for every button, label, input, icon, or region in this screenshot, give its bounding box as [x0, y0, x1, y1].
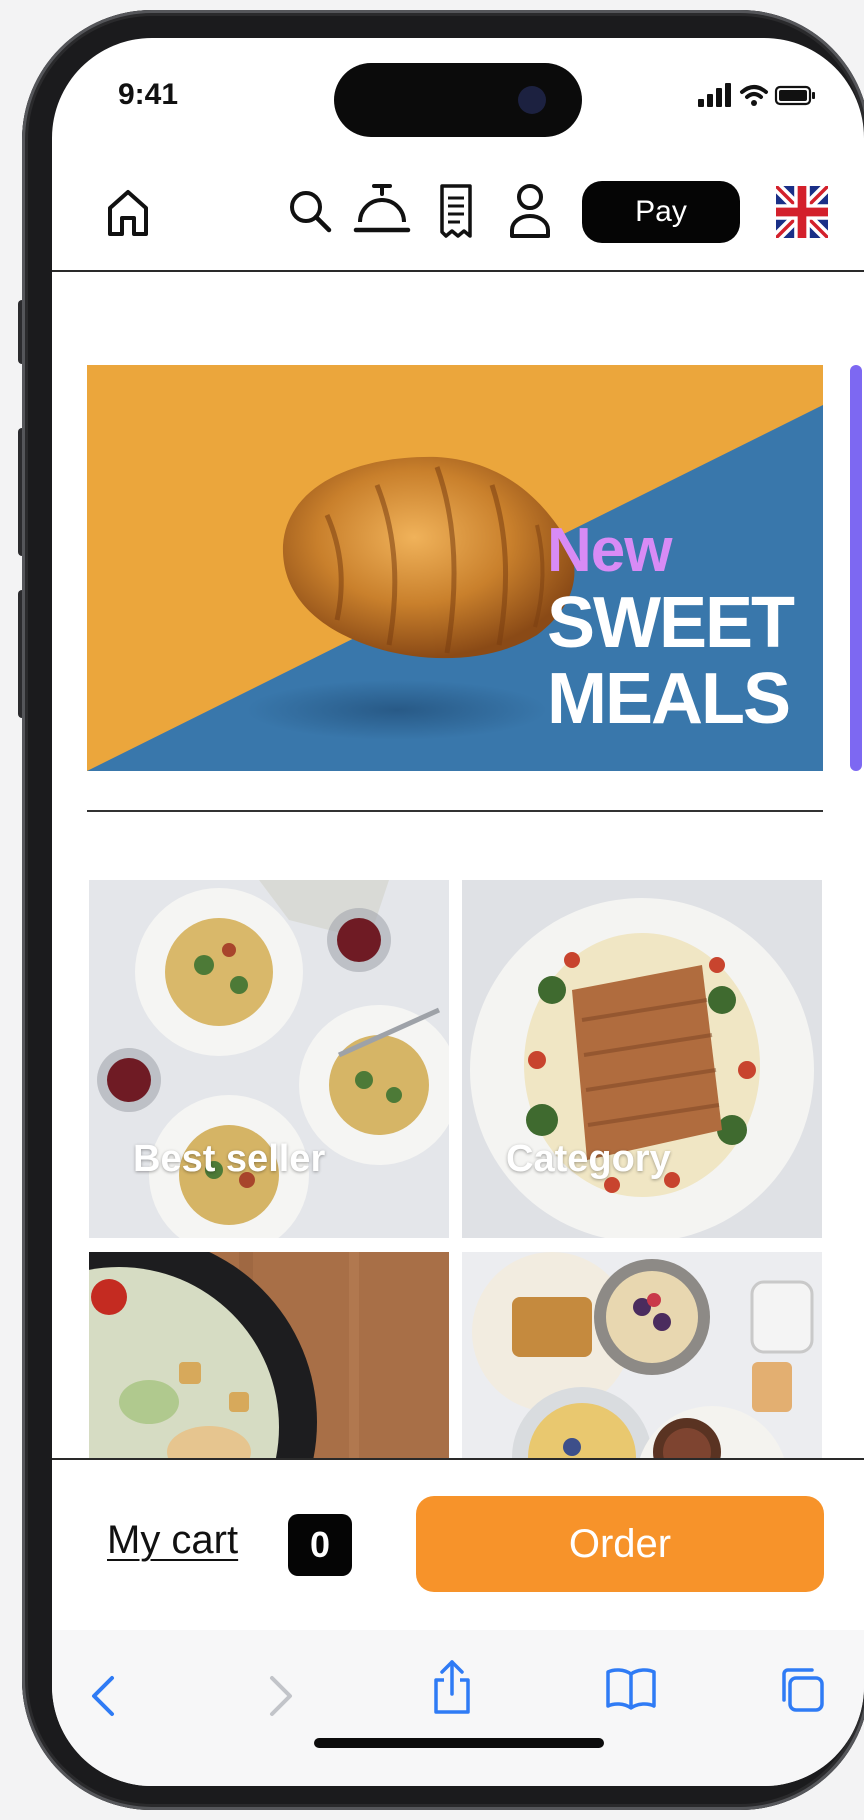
pay-button[interactable]: Pay: [582, 181, 740, 243]
signal-icon: [698, 83, 731, 107]
back-icon[interactable]: [88, 1674, 118, 1718]
home-indicator[interactable]: [314, 1738, 604, 1748]
carousel-scroll-indicator[interactable]: [850, 365, 862, 771]
order-bar: My cart 0 Order: [52, 1458, 864, 1632]
share-icon[interactable]: [430, 1658, 474, 1716]
banner-title-line-2: MEALS: [547, 659, 791, 739]
phone-screen: 9:41 Pay New SWEET MEALS Best seller Cat…: [52, 38, 864, 1786]
search-icon[interactable]: [287, 188, 333, 234]
banner-title-line-1: SWEET: [547, 583, 795, 663]
my-cart-link[interactable]: My cart: [107, 1518, 238, 1563]
best-seller-label: Best seller: [133, 1138, 326, 1180]
wifi-dot: [751, 100, 757, 106]
content-area[interactable]: New SWEET MEALS Best seller Category: [52, 270, 864, 1498]
section-divider: [87, 810, 823, 812]
receipt-icon[interactable]: [436, 182, 476, 240]
status-time: 9:41: [118, 78, 179, 111]
best-seller-tile[interactable]: Best seller: [89, 880, 449, 1238]
wifi-icon: [740, 85, 768, 99]
salmon-dish-image: [462, 880, 822, 1238]
browser-toolbar: [52, 1630, 864, 1786]
home-icon[interactable]: [104, 186, 152, 238]
battery-icon: [774, 85, 815, 106]
category-tile[interactable]: Category: [462, 880, 822, 1238]
category-label: Category: [506, 1138, 671, 1180]
uk-flag-icon[interactable]: [776, 186, 828, 238]
banner-badge-text: New: [547, 516, 672, 585]
order-button[interactable]: Order: [416, 1496, 824, 1592]
service-bell-icon[interactable]: [352, 182, 412, 240]
promo-banner[interactable]: New SWEET MEALS: [87, 365, 823, 771]
top-nav-bar: Pay: [52, 158, 864, 272]
status-icons: [698, 83, 815, 107]
forward-icon[interactable]: [266, 1674, 296, 1718]
cart-count-badge: 0: [288, 1514, 352, 1576]
pasta-dishes-image: [89, 880, 449, 1238]
user-icon[interactable]: [508, 182, 552, 240]
bookmarks-icon[interactable]: [604, 1666, 658, 1710]
camera-icon: [518, 86, 546, 114]
tabs-icon[interactable]: [776, 1664, 826, 1714]
